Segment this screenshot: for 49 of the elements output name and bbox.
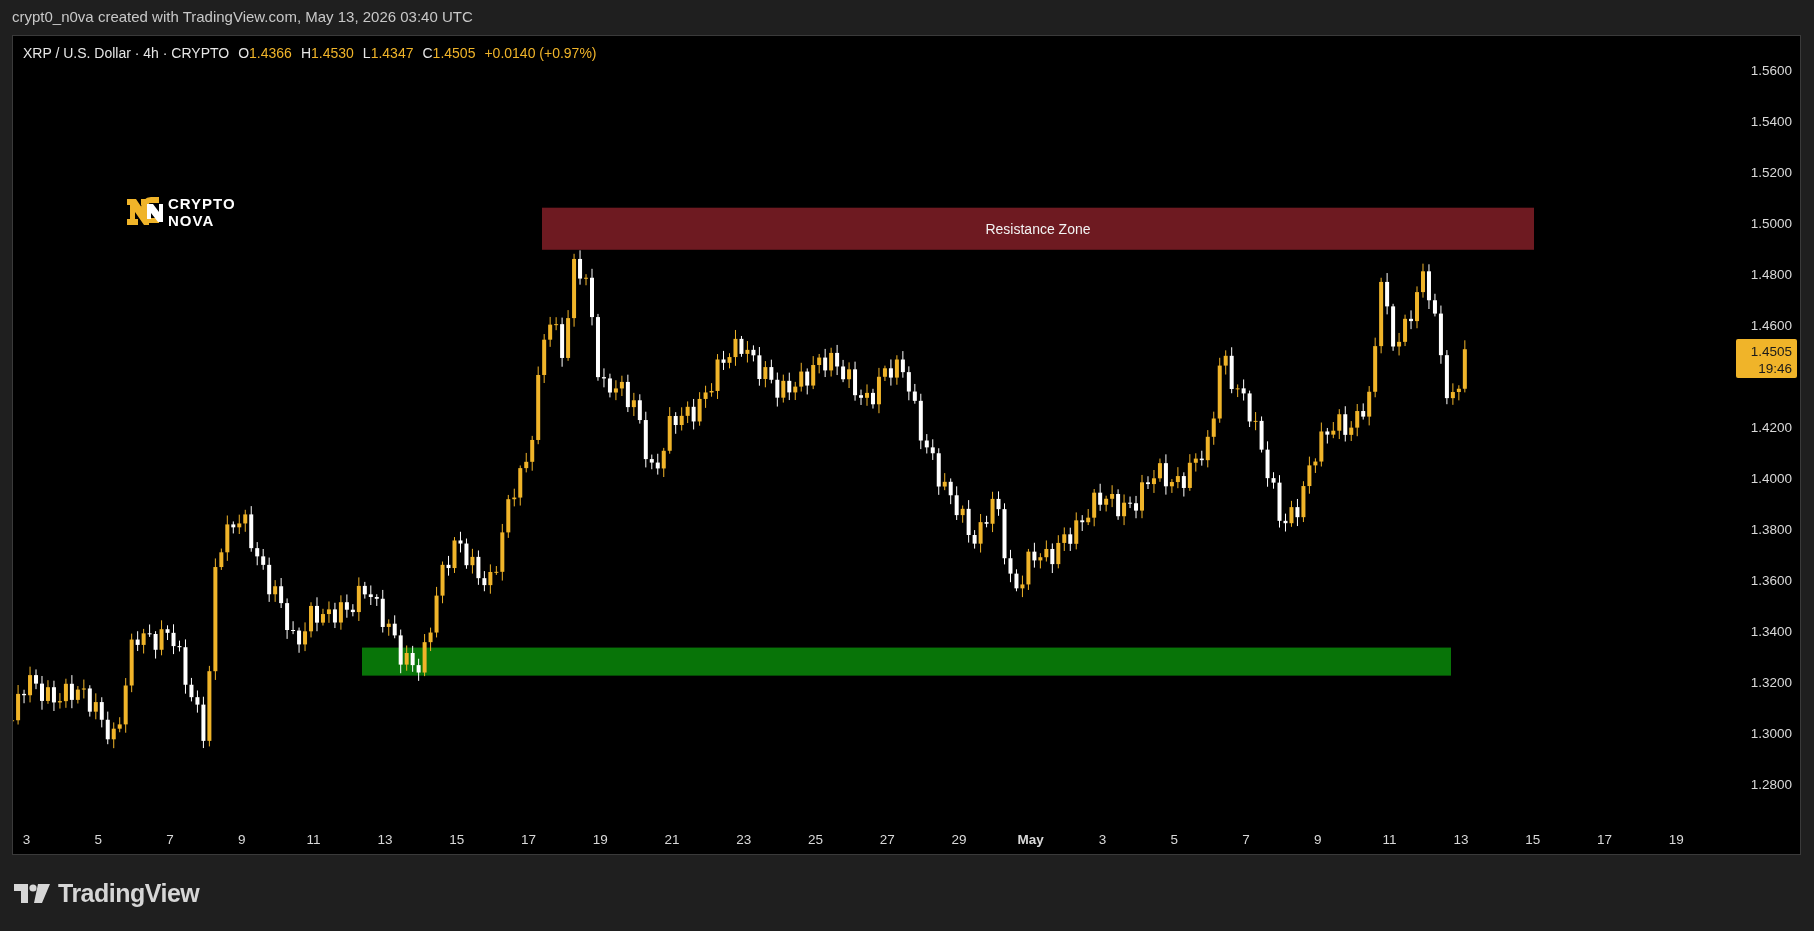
price-axis-label: 1.3400 — [1750, 624, 1792, 639]
zone-label: Resistance Zone — [985, 220, 1091, 237]
time-axis-label: 23 — [736, 832, 752, 847]
price-axis-label: 1.3800 — [1750, 522, 1792, 537]
time-axis-label: May — [1017, 832, 1044, 847]
time-axis-label: 11 — [306, 832, 321, 847]
time-axis-label: 5 — [94, 832, 102, 847]
time-axis-label: 3 — [22, 832, 31, 847]
time-axis-label: 7 — [1242, 832, 1250, 847]
price-tag — [1736, 339, 1797, 378]
time-axis-label: 11 — [1382, 832, 1397, 847]
price-axis-label: 1.2800 — [1750, 777, 1792, 792]
price-axis-label: 1.4600 — [1750, 318, 1792, 333]
time-axis-label: 17 — [521, 832, 537, 847]
price-axis-label: 1.3600 — [1750, 573, 1792, 588]
time-axis-label: 5 — [1170, 832, 1178, 847]
bar-countdown: 19:46 — [1758, 361, 1792, 376]
crypto-nova-logo-icon — [127, 197, 163, 225]
brand-name: TradingView — [58, 878, 200, 909]
price-axis-label: 1.4800 — [1750, 267, 1792, 282]
time-axis-label: 25 — [808, 832, 824, 847]
time-axis-label: 13 — [377, 832, 393, 847]
price-axis-label: 1.5600 — [1750, 63, 1792, 78]
price-axis-label: 1.5400 — [1750, 114, 1792, 129]
time-axis-label: 19 — [592, 832, 608, 847]
logo-text: CRYPTO — [168, 195, 236, 212]
time-axis-label: 7 — [166, 832, 174, 847]
chart-caption: crypt0_n0va created with TradingView.com, May 13, 2026 03:40 UTC — [12, 7, 473, 28]
time-axis-label: 15 — [1525, 832, 1541, 847]
time-axis-label: 9 — [1313, 832, 1322, 847]
time-axis-label: 9 — [237, 832, 246, 847]
price-axis-label: 1.4000 — [1750, 471, 1792, 486]
price-axis-label: 1.3000 — [1750, 726, 1792, 741]
chart-legend: XRP / U.S. Dollar · 4h · CRYPTO O1.4366 H1.4530 L1.4347 C1.4505 +0.0140 (+0.97%) — [23, 45, 597, 61]
price-axis-label: 1.4200 — [1750, 420, 1792, 435]
logo-text: NOVA — [168, 212, 215, 229]
time-axis-label: 17 — [1597, 832, 1613, 847]
time-axis-label: 13 — [1453, 832, 1469, 847]
price-axis-label: 1.5200 — [1750, 165, 1792, 180]
time-axis-label: 3 — [1098, 832, 1107, 847]
price-axis-label: 1.3200 — [1750, 675, 1792, 690]
time-axis-label: 15 — [449, 832, 465, 847]
time-axis-label: 27 — [879, 832, 895, 847]
time-axis-label: 21 — [664, 832, 680, 847]
price-axis-label: 1.5000 — [1750, 216, 1792, 231]
time-axis-label: 19 — [1668, 832, 1684, 847]
tradingview-logo-icon — [14, 883, 50, 904]
time-axis-label: 29 — [951, 832, 967, 847]
current-price: 1.4505 — [1750, 344, 1792, 359]
